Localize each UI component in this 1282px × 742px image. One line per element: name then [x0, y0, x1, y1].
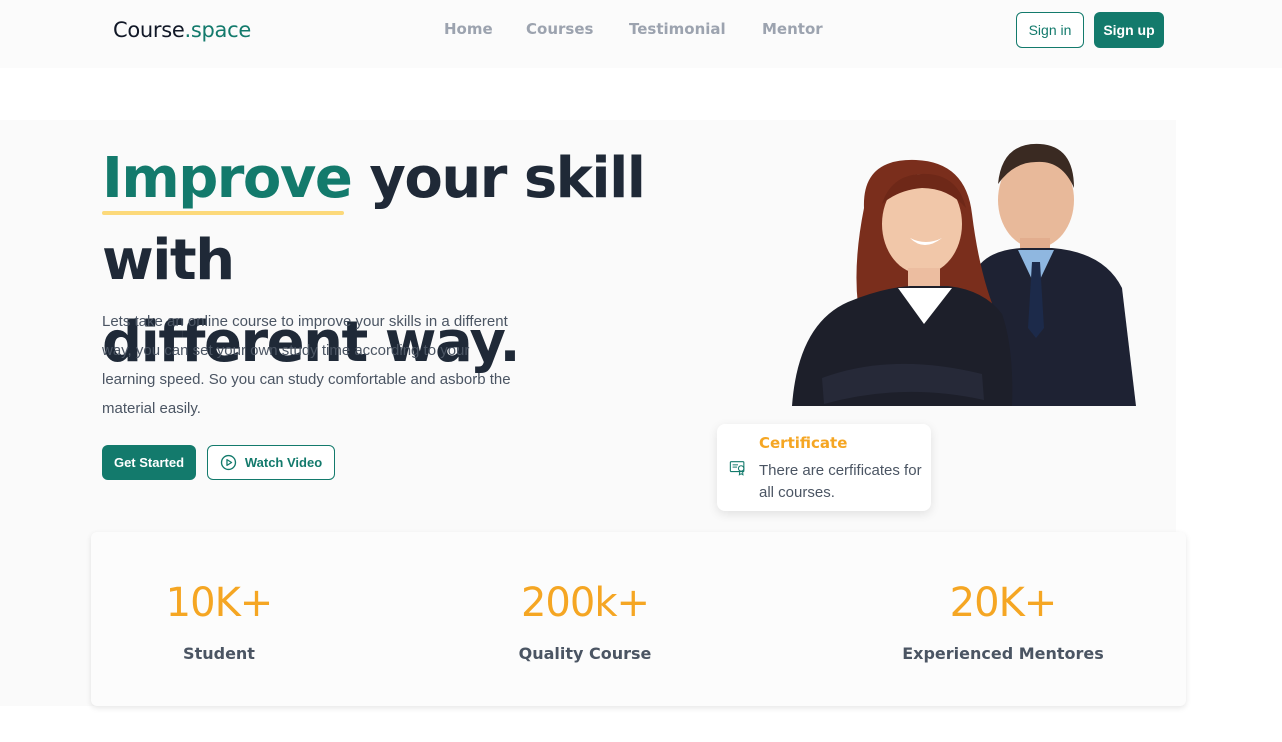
- stat-label: Student: [183, 644, 255, 663]
- headline-underline: [102, 211, 344, 215]
- nav-link-mentor[interactable]: Mentor: [762, 20, 823, 38]
- stats-card: 10K+ Student 200k+ Quality Course 20K+ E…: [91, 532, 1186, 706]
- nav-link-testimonial[interactable]: Testimonial: [629, 20, 726, 38]
- nav-link-home[interactable]: Home: [444, 20, 493, 38]
- get-started-button[interactable]: Get Started: [102, 445, 196, 480]
- brand-name-part1: Course: [113, 18, 185, 42]
- certificate-card: Certificate There are cerfificates for a…: [717, 424, 931, 511]
- sign-in-button[interactable]: Sign in: [1016, 12, 1084, 48]
- stat-label: Quality Course: [518, 644, 652, 663]
- brand-logo[interactable]: Course.space: [113, 18, 251, 42]
- stat-item-mentors: 20K+ Experienced Mentores: [891, 576, 1115, 663]
- sign-up-button[interactable]: Sign up: [1094, 12, 1164, 48]
- watch-video-button[interactable]: Watch Video: [207, 445, 335, 480]
- nav-link-courses[interactable]: Courses: [526, 20, 593, 38]
- hero-description: Lets take an online course to improve yo…: [102, 313, 511, 417]
- certificate-title: Certificate: [759, 434, 848, 452]
- stat-value: 20K+: [949, 580, 1058, 626]
- watch-video-label: Watch Video: [244, 455, 323, 470]
- stat-item-students: 10K+ Student: [149, 576, 289, 663]
- brand-name-part2: .space: [184, 18, 252, 42]
- certificate-text: There are cerfificates for all courses.: [759, 462, 922, 501]
- stat-value: 10K+: [165, 580, 274, 626]
- stat-value: 200k+: [520, 580, 650, 626]
- hero-photo: [792, 143, 1136, 406]
- headline-highlight: Improve: [102, 146, 353, 211]
- stat-item-courses: 200k+ Quality Course: [495, 576, 675, 663]
- top-navbar: Course.space Home Courses Testimonial Me…: [0, 0, 1282, 68]
- play-circle-icon: [220, 454, 236, 471]
- stat-label: Experienced Mentores: [902, 644, 1104, 663]
- certificate-icon: [729, 461, 745, 476]
